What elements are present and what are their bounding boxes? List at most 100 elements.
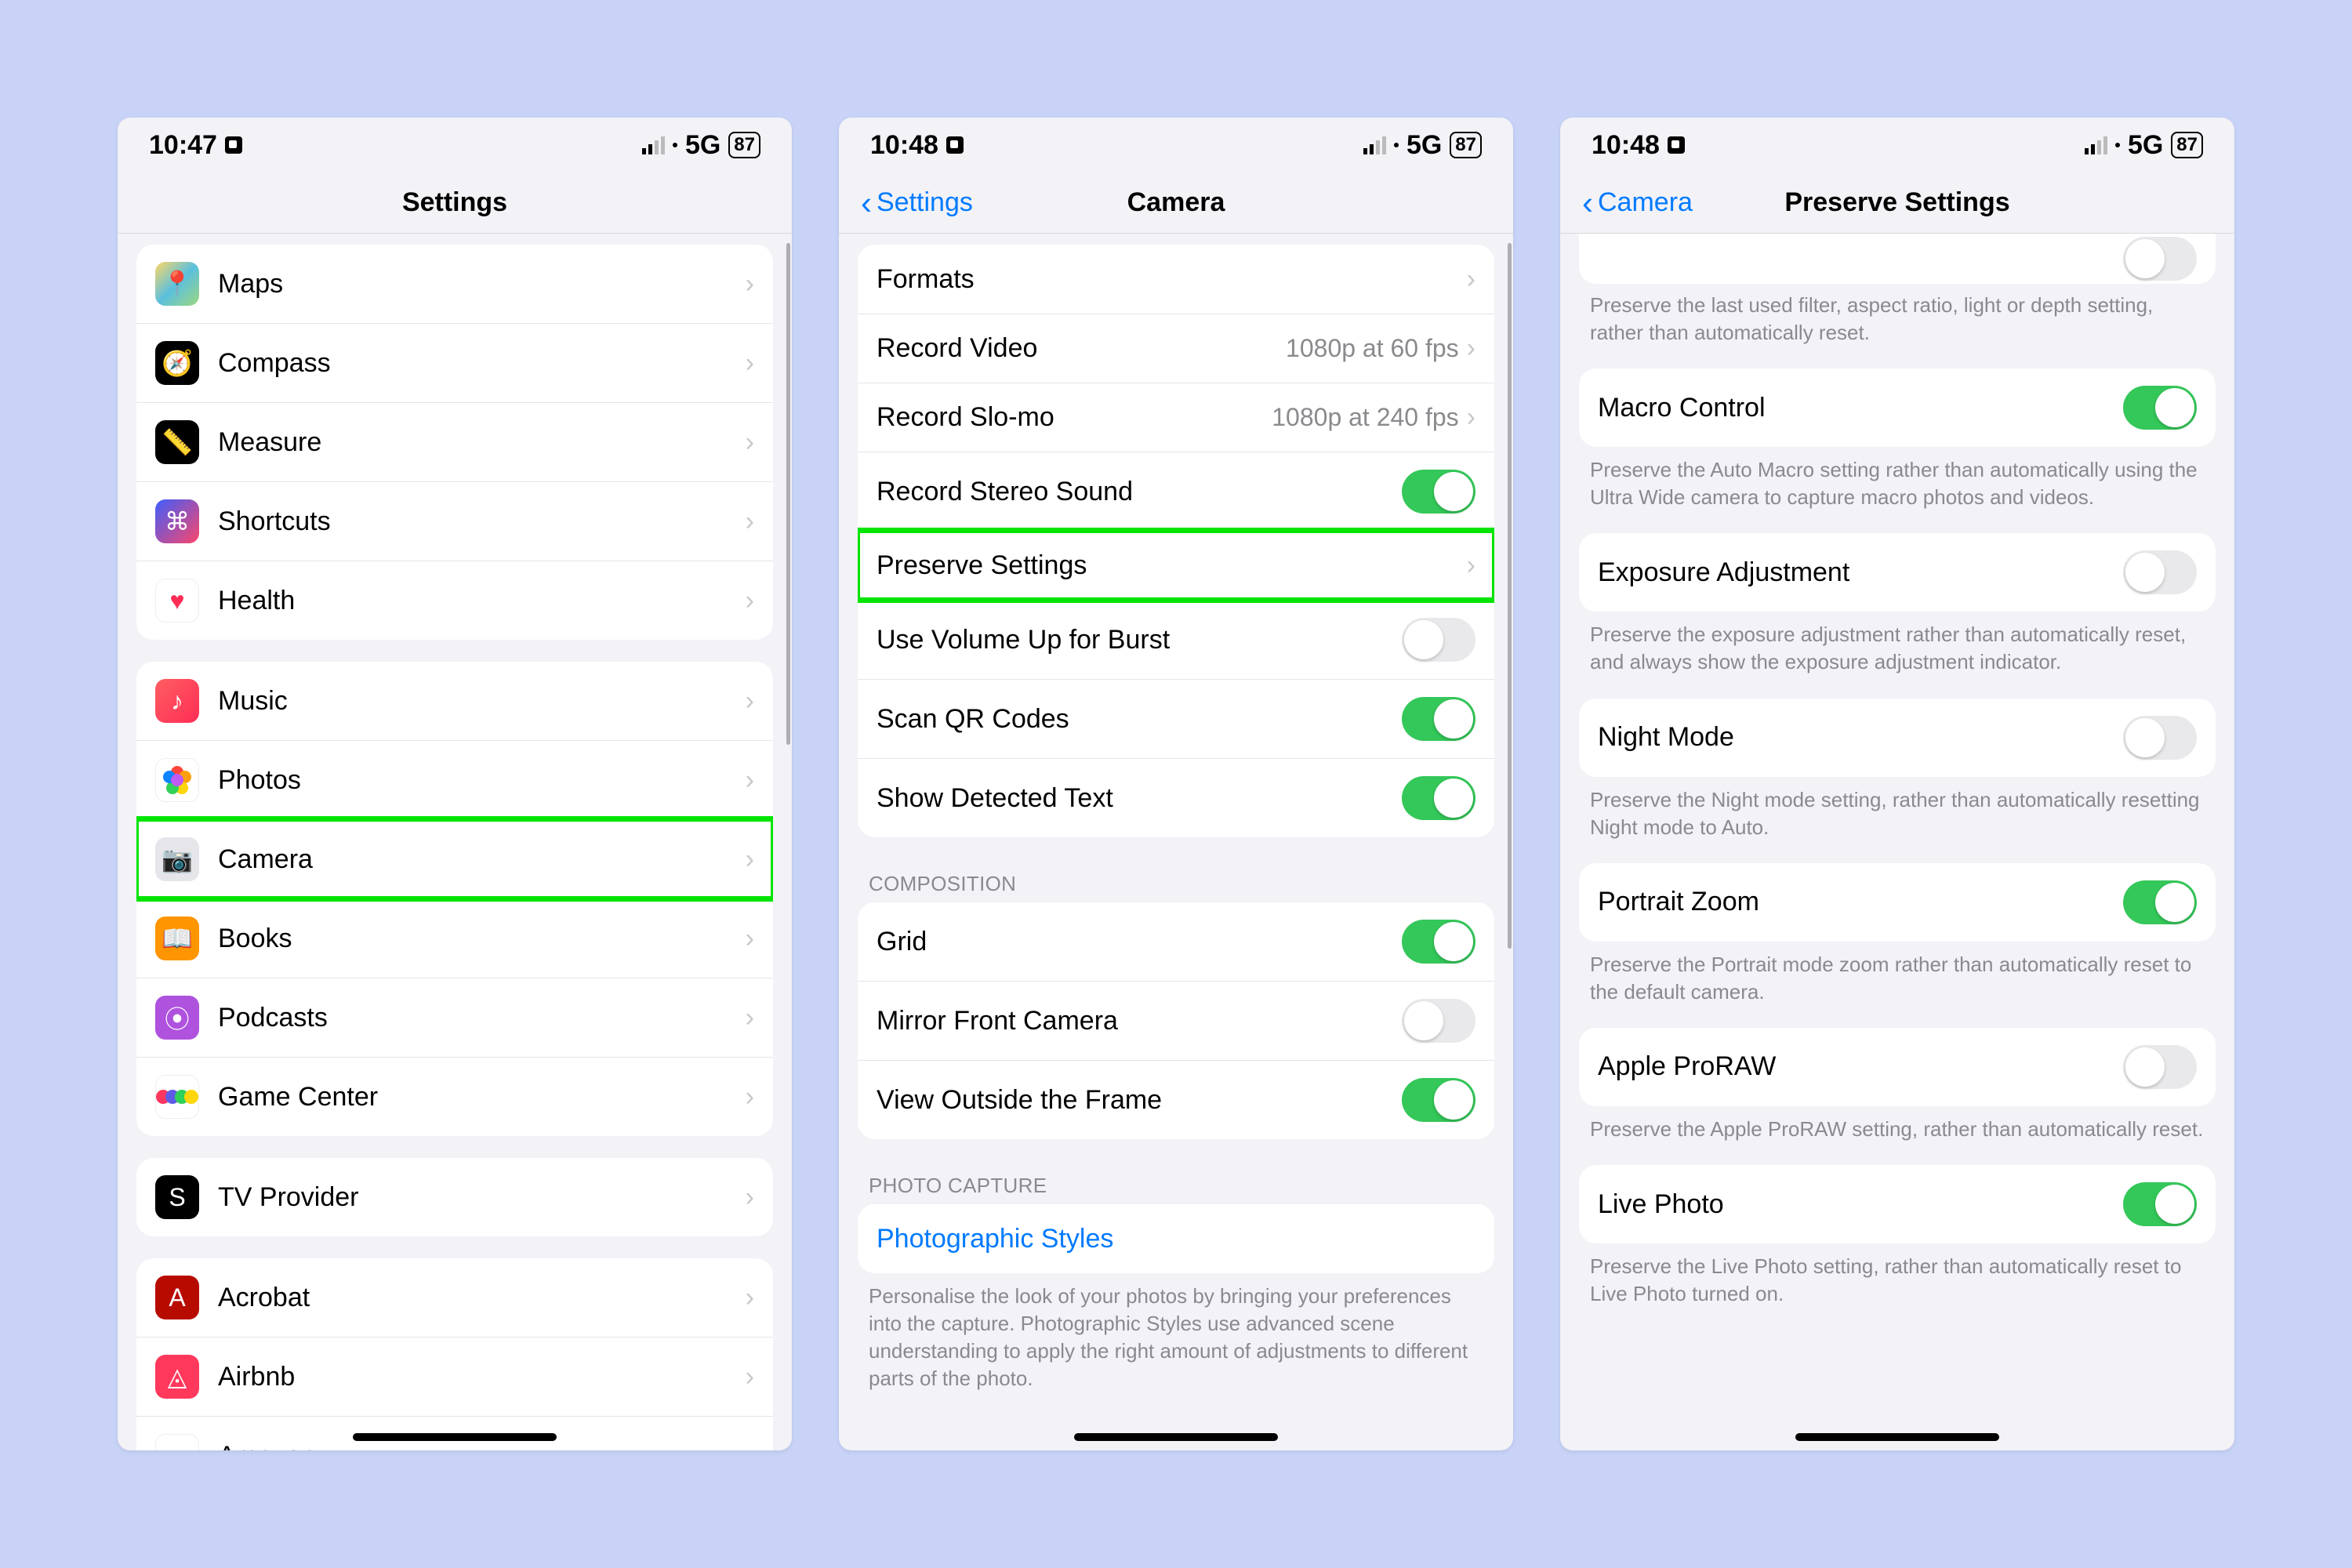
row-record-slomo[interactable]: Record Slo-mo 1080p at 240 fps › [858,383,1494,452]
row-books[interactable]: 📖 Books › [136,898,773,978]
sim-dot-icon [1394,143,1399,147]
row-photographic-styles[interactable]: Photographic Styles [858,1204,1494,1273]
toggle-portrait-zoom[interactable] [2123,880,2197,924]
section-footer: Preserve the last used filter, aspect ra… [1590,292,2205,347]
back-button[interactable]: ‹ Camera [1560,187,1693,218]
row-health[interactable]: ♥ Health › [136,561,773,640]
chevron-right-icon: › [746,269,754,299]
status-time: 10:48 [870,130,938,161]
row-detected-text[interactable]: Show Detected Text [858,758,1494,837]
signal-icon [1363,136,1386,154]
chevron-right-icon: › [746,1182,754,1213]
row-live-photo[interactable]: Live Photo [1579,1165,2216,1243]
row-preserve-settings[interactable]: Preserve Settings › [858,531,1494,600]
settings-group: Apple ProRAW [1579,1028,2216,1106]
row-grid[interactable]: Grid [858,902,1494,981]
toggle-scan-qr[interactable] [1402,697,1475,741]
toggle-macro-control[interactable] [2123,386,2197,430]
music-icon: ♪ [155,679,199,723]
row-night-mode[interactable]: Night Mode [1579,699,2216,777]
amazon-icon: ⤻ [155,1434,199,1450]
maps-icon: 📍 [155,262,199,306]
toggle-live-photo[interactable] [2123,1182,2197,1226]
row-camera[interactable]: 📷 Camera › [136,819,773,898]
home-indicator[interactable] [353,1433,557,1441]
row-apple-proraw[interactable]: Apple ProRAW [1579,1028,2216,1106]
screen-record-icon [1668,136,1685,154]
navbar: Settings [118,172,792,234]
toggle-night-mode[interactable] [2123,716,2197,760]
row-view-outside-frame[interactable]: View Outside the Frame [858,1060,1494,1139]
battery-icon: 87 [2171,132,2203,158]
row-formats[interactable]: Formats › [858,245,1494,314]
sim-dot-icon [2115,143,2120,147]
toggle-volume-burst[interactable] [1402,618,1475,662]
row-acrobat[interactable]: A Acrobat › [136,1258,773,1337]
settings-group: A Acrobat › ◬ Airbnb › ⤻ Amazon › [136,1258,773,1450]
row-label: Night Mode [1598,722,2123,753]
home-indicator[interactable] [1795,1433,1999,1441]
row-label: Grid [877,927,1402,957]
row-airbnb[interactable]: ◬ Airbnb › [136,1337,773,1416]
toggle-view-outside[interactable] [1402,1078,1475,1122]
chevron-right-icon: › [746,1082,754,1112]
battery-icon: 87 [728,132,760,158]
tvprovider-icon: S [155,1175,199,1219]
row-compass[interactable]: 🧭 Compass › [136,323,773,402]
settings-group: Portrait Zoom [1579,863,2216,942]
scrollbar[interactable] [1508,243,1512,949]
row-label: Music [218,686,746,717]
chevron-left-icon: ‹ [1582,193,1593,212]
toggle-detected-text[interactable] [1402,776,1475,820]
row-tvprovider[interactable]: S TV Provider › [136,1158,773,1236]
row-label: Podcasts [218,1003,746,1033]
settings-group: ♪ Music › Photos › 📷 Camera › 📖 Books › [136,662,773,1136]
scrollbar[interactable] [786,243,790,745]
row-volume-up-burst[interactable]: Use Volume Up for Burst [858,600,1494,679]
settings-group: Night Mode [1579,699,2216,777]
row-mirror-front[interactable]: Mirror Front Camera [858,981,1494,1060]
row-record-video[interactable]: Record Video 1080p at 60 fps › [858,314,1494,383]
chevron-right-icon: › [1467,402,1475,433]
row-music[interactable]: ♪ Music › [136,662,773,740]
row-label: Record Slo-mo [877,402,1272,433]
row-podcasts[interactable]: ⦿ Podcasts › [136,978,773,1057]
toggle-partial[interactable] [2123,237,2197,281]
row-measure[interactable]: 📏 Measure › [136,402,773,481]
chevron-right-icon: › [746,506,754,537]
settings-group: Formats › Record Video 1080p at 60 fps ›… [858,245,1494,837]
row-maps[interactable]: 📍 Maps › [136,245,773,323]
row-label: View Outside the Frame [877,1085,1402,1116]
toggle-stereo-sound[interactable] [1402,470,1475,514]
chevron-right-icon: › [746,924,754,954]
row-macro-control[interactable]: Macro Control [1579,368,2216,447]
acrobat-icon: A [155,1276,199,1319]
toggle-apple-proraw[interactable] [2123,1045,2197,1089]
toggle-grid[interactable] [1402,920,1475,964]
toggle-exposure-adjustment[interactable] [2123,550,2197,594]
settings-list[interactable]: 📍 Maps › 🧭 Compass › 📏 Measure › ⌘ Short… [118,234,792,1450]
row-label: Airbnb [218,1362,746,1392]
row-label: Preserve Settings [877,550,1467,581]
row-stereo-sound[interactable]: Record Stereo Sound [858,452,1494,531]
preserve-settings-list[interactable]: Preserve the last used filter, aspect ra… [1560,234,2234,1450]
back-button[interactable]: ‹ Settings [839,187,973,218]
row-gamecenter[interactable]: Game Center › [136,1057,773,1136]
row-label: Use Volume Up for Burst [877,625,1402,655]
row-portrait-zoom[interactable]: Portrait Zoom [1579,863,2216,942]
back-label: Settings [877,187,973,218]
chevron-right-icon: › [746,348,754,379]
row-label: Scan QR Codes [877,704,1402,735]
row-photos[interactable]: Photos › [136,740,773,819]
section-footer: Preserve the Live Photo setting, rather … [1590,1253,2205,1308]
toggle-mirror-front[interactable] [1402,999,1475,1043]
camera-settings-list[interactable]: Formats › Record Video 1080p at 60 fps ›… [839,234,1513,1450]
row-scan-qr[interactable]: Scan QR Codes [858,679,1494,758]
row-label: Live Photo [1598,1189,2123,1220]
chevron-right-icon: › [746,1362,754,1392]
row-shortcuts[interactable]: ⌘ Shortcuts › [136,481,773,561]
row-exposure-adjustment[interactable]: Exposure Adjustment [1579,533,2216,612]
status-time: 10:48 [1592,130,1660,161]
chevron-right-icon: › [746,686,754,717]
home-indicator[interactable] [1074,1433,1278,1441]
